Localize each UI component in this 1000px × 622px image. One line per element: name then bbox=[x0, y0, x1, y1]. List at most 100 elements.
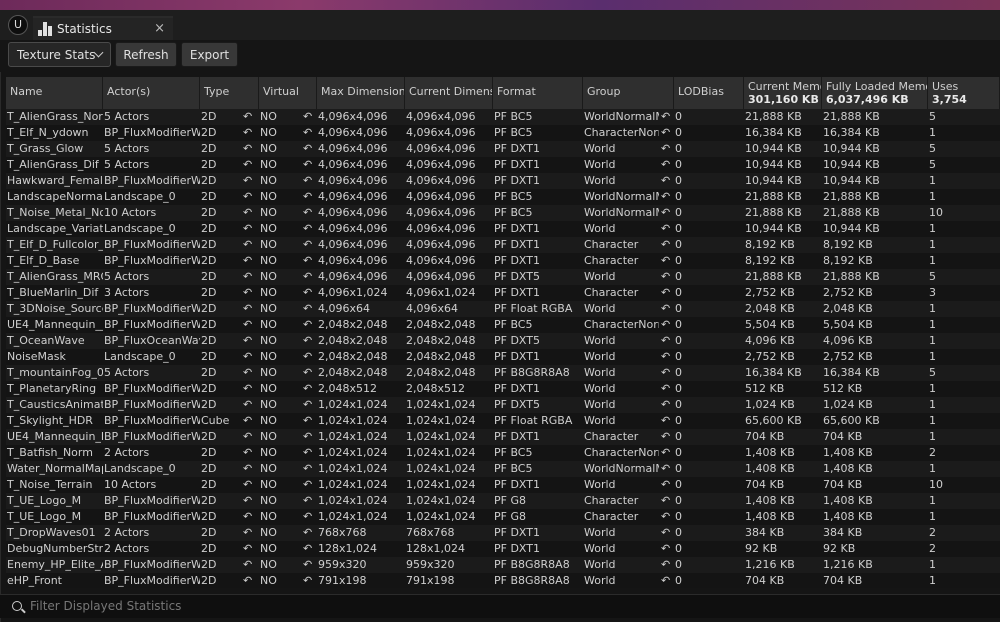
reset-to-default-icon[interactable]: ↶ bbox=[661, 493, 670, 509]
reset-to-default-icon[interactable]: ↶ bbox=[243, 429, 252, 445]
column-header-group[interactable]: Group bbox=[583, 77, 674, 109]
table-row[interactable]: T_Elf_N_ydown BP_FluxModifierWa 2D ↶ NO ↶ 4,09… bbox=[6, 125, 1000, 141]
reset-to-default-icon[interactable]: ↶ bbox=[303, 509, 312, 525]
table-row[interactable]: T_Elf_D_Base BP_FluxModifierWa 2D ↶ NO ↶ 4,096… bbox=[6, 253, 1000, 269]
reset-to-default-icon[interactable]: ↶ bbox=[661, 573, 670, 588]
reset-to-default-icon[interactable]: ↶ bbox=[243, 125, 252, 141]
reset-to-default-icon[interactable]: ↶ bbox=[303, 285, 312, 301]
reset-to-default-icon[interactable]: ↶ bbox=[243, 173, 252, 189]
column-header-current-memory[interactable]: Current Memo 301,160 KB bbox=[744, 77, 822, 109]
table-row[interactable]: UE4_Mannequin_MBBP_FluxModifierWa2D ↶ NO ↶ 1… bbox=[6, 429, 1000, 445]
reset-to-default-icon[interactable]: ↶ bbox=[661, 413, 670, 429]
reset-to-default-icon[interactable]: ↶ bbox=[661, 397, 670, 413]
reset-to-default-icon[interactable]: ↶ bbox=[243, 541, 252, 557]
column-header-uses[interactable]: Uses 3,754 bbox=[928, 77, 1000, 109]
reset-to-default-icon[interactable]: ↶ bbox=[243, 349, 252, 365]
reset-to-default-icon[interactable]: ↶ bbox=[243, 141, 252, 157]
reset-to-default-icon[interactable]: ↶ bbox=[303, 109, 312, 125]
reset-to-default-icon[interactable]: ↶ bbox=[243, 333, 252, 349]
reset-to-default-icon[interactable]: ↶ bbox=[303, 125, 312, 141]
reset-to-default-icon[interactable]: ↶ bbox=[303, 141, 312, 157]
reset-to-default-icon[interactable]: ↶ bbox=[661, 285, 670, 301]
reset-to-default-icon[interactable]: ↶ bbox=[661, 205, 670, 221]
reset-to-default-icon[interactable]: ↶ bbox=[661, 349, 670, 365]
table-row[interactable]: T_Batfish_Norm 2 Actors 2D ↶ NO ↶ 1,024x1,024 1… bbox=[6, 445, 1000, 461]
reset-to-default-icon[interactable]: ↶ bbox=[303, 525, 312, 541]
filter-input[interactable] bbox=[30, 595, 980, 617]
reset-to-default-icon[interactable]: ↶ bbox=[243, 413, 252, 429]
reset-to-default-icon[interactable]: ↶ bbox=[661, 477, 670, 493]
reset-to-default-icon[interactable]: ↶ bbox=[303, 253, 312, 269]
table-row[interactable]: UE4_Mannequin__n BP_FluxModifierWa 2D ↶ NO ↶ 2… bbox=[6, 317, 1000, 333]
reset-to-default-icon[interactable]: ↶ bbox=[661, 317, 670, 333]
reset-to-default-icon[interactable]: ↶ bbox=[661, 125, 670, 141]
reset-to-default-icon[interactable]: ↶ bbox=[661, 269, 670, 285]
table-row[interactable]: T_BlueMarlin_Dif 3 Actors 2D ↶ NO ↶ 4,096x1,02… bbox=[6, 285, 1000, 301]
reset-to-default-icon[interactable]: ↶ bbox=[303, 461, 312, 477]
reset-to-default-icon[interactable]: ↶ bbox=[303, 541, 312, 557]
column-header-name[interactable]: Name bbox=[6, 77, 103, 109]
reset-to-default-icon[interactable]: ↶ bbox=[661, 429, 670, 445]
table-row[interactable]: T_Noise_Metal_No 10 Actors 2D ↶ NO ↶ 4,096x4,0… bbox=[6, 205, 1000, 221]
table-row[interactable]: T_AlienGrass_Norr 5 Actors 2D ↶ NO ↶ 4,096x4,0… bbox=[6, 109, 1000, 125]
table-row[interactable]: Enemy_HP_Elite_ABBP_FluxModifierWa2D ↶ NO ↶… bbox=[6, 557, 1000, 573]
reset-to-default-icon[interactable]: ↶ bbox=[661, 445, 670, 461]
table-row[interactable]: NoiseMask Landscape_0 2D ↶ NO ↶ 2,048x2,048 2,0… bbox=[6, 349, 1000, 365]
reset-to-default-icon[interactable]: ↶ bbox=[661, 541, 670, 557]
export-button[interactable]: Export bbox=[181, 42, 238, 67]
reset-to-default-icon[interactable]: ↶ bbox=[243, 301, 252, 317]
reset-to-default-icon[interactable]: ↶ bbox=[243, 269, 252, 285]
table-row[interactable]: T_Noise_Terrain 10 Actors 2D ↶ NO ↶ 1,024x1,02… bbox=[6, 477, 1000, 493]
table-row[interactable]: T_UE_Logo_M BP_FluxModifierWa 2D ↶ NO ↶ 1,024x… bbox=[6, 509, 1000, 525]
reset-to-default-icon[interactable]: ↶ bbox=[303, 157, 312, 173]
table-row[interactable]: Landscape_Variatio Landscape_0 2D ↶ NO ↶ 4,096… bbox=[6, 221, 1000, 237]
reset-to-default-icon[interactable]: ↶ bbox=[243, 461, 252, 477]
column-header-current-dimension[interactable]: Current Dimensi bbox=[405, 77, 493, 109]
reset-to-default-icon[interactable]: ↶ bbox=[661, 109, 670, 125]
close-icon[interactable]: × bbox=[154, 21, 165, 36]
table-row[interactable]: Hawkward_Female BP_FluxModifierWa 2D ↶ NO ↶ 4,… bbox=[6, 173, 1000, 189]
reset-to-default-icon[interactable]: ↶ bbox=[303, 557, 312, 573]
table-row[interactable]: T_OceanWave BP_FluxOceanWav 2D ↶ NO ↶ 2,048x2,… bbox=[6, 333, 1000, 349]
table-row[interactable]: T_AlienGrass_Dif 5 Actors 2D ↶ NO ↶ 4,096x4,09… bbox=[6, 157, 1000, 173]
reset-to-default-icon[interactable]: ↶ bbox=[303, 349, 312, 365]
reset-to-default-icon[interactable]: ↶ bbox=[661, 141, 670, 157]
reset-to-default-icon[interactable]: ↶ bbox=[303, 221, 312, 237]
reset-to-default-icon[interactable]: ↶ bbox=[303, 445, 312, 461]
reset-to-default-icon[interactable]: ↶ bbox=[303, 365, 312, 381]
reset-to-default-icon[interactable]: ↶ bbox=[303, 413, 312, 429]
table-row[interactable]: T_mountainFog_01 5 Actors 2D ↶ NO ↶ 2,048x2,04… bbox=[6, 365, 1000, 381]
reset-to-default-icon[interactable]: ↶ bbox=[661, 509, 670, 525]
column-header-lodbias[interactable]: LODBias bbox=[674, 77, 744, 109]
reset-to-default-icon[interactable]: ↶ bbox=[243, 445, 252, 461]
reset-to-default-icon[interactable]: ↶ bbox=[243, 205, 252, 221]
reset-to-default-icon[interactable]: ↶ bbox=[243, 573, 252, 588]
reset-to-default-icon[interactable]: ↶ bbox=[303, 429, 312, 445]
reset-to-default-icon[interactable]: ↶ bbox=[661, 525, 670, 541]
reset-to-default-icon[interactable]: ↶ bbox=[303, 205, 312, 221]
table-row[interactable]: T_DropWaves01 2 Actors 2D ↶ NO ↶ 768x768 768x76… bbox=[6, 525, 1000, 541]
reset-to-default-icon[interactable]: ↶ bbox=[303, 493, 312, 509]
reset-to-default-icon[interactable]: ↶ bbox=[303, 189, 312, 205]
reset-to-default-icon[interactable]: ↶ bbox=[661, 365, 670, 381]
table-row[interactable]: eHP_Front BP_FluxModifierWa 2D ↶ NO ↶ 791x198 7… bbox=[6, 573, 1000, 588]
reset-to-default-icon[interactable]: ↶ bbox=[661, 333, 670, 349]
reset-to-default-icon[interactable]: ↶ bbox=[303, 397, 312, 413]
column-header-type[interactable]: Type bbox=[200, 77, 259, 109]
reset-to-default-icon[interactable]: ↶ bbox=[243, 253, 252, 269]
reset-to-default-icon[interactable]: ↶ bbox=[661, 173, 670, 189]
reset-to-default-icon[interactable]: ↶ bbox=[243, 381, 252, 397]
reset-to-default-icon[interactable]: ↶ bbox=[661, 221, 670, 237]
column-header-virtual[interactable]: Virtual bbox=[259, 77, 317, 109]
reset-to-default-icon[interactable]: ↶ bbox=[303, 333, 312, 349]
reset-to-default-icon[interactable]: ↶ bbox=[303, 269, 312, 285]
reset-to-default-icon[interactable]: ↶ bbox=[243, 525, 252, 541]
reset-to-default-icon[interactable]: ↶ bbox=[303, 477, 312, 493]
reset-to-default-icon[interactable]: ↶ bbox=[661, 301, 670, 317]
stats-type-dropdown[interactable]: Texture Stats bbox=[8, 42, 111, 67]
reset-to-default-icon[interactable]: ↶ bbox=[661, 253, 670, 269]
reset-to-default-icon[interactable]: ↶ bbox=[661, 237, 670, 253]
reset-to-default-icon[interactable]: ↶ bbox=[303, 173, 312, 189]
reset-to-default-icon[interactable]: ↶ bbox=[243, 365, 252, 381]
reset-to-default-icon[interactable]: ↶ bbox=[661, 381, 670, 397]
